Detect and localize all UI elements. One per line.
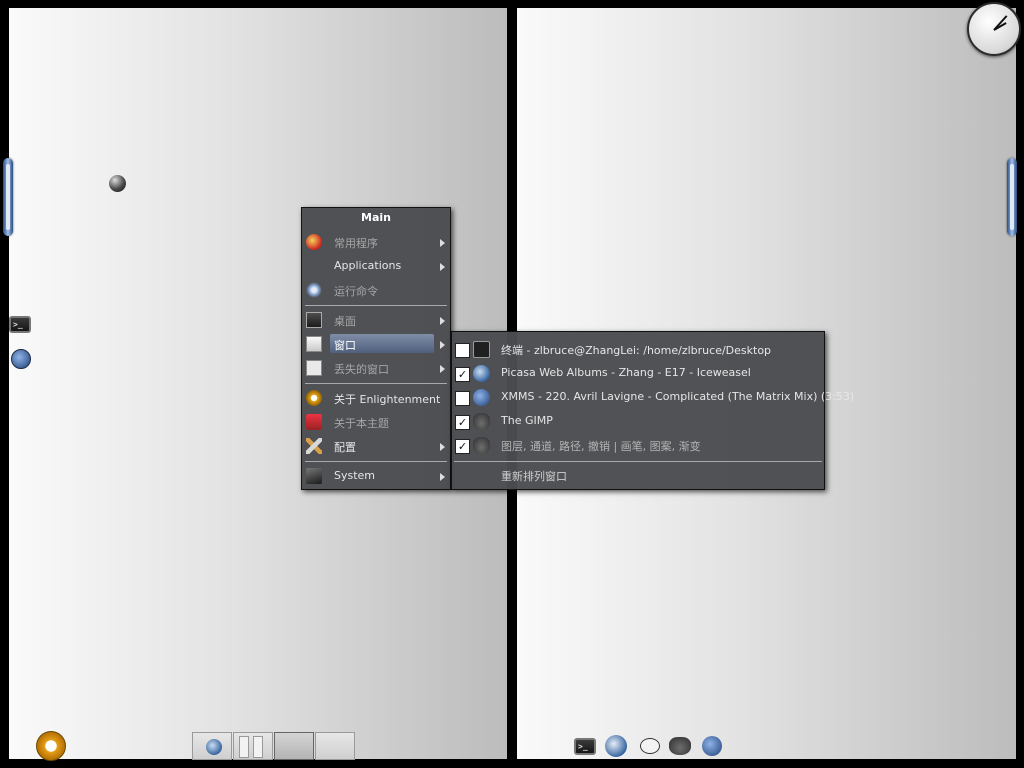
taskbar-terminal-icon[interactable]: >_ xyxy=(572,734,598,758)
main-menu: Main 常用程序 Applications 运行命令 桌面 窗口 丢失的窗口 … xyxy=(301,207,451,490)
window-list-item[interactable]: XMMS - 220. Avril Lavigne - Complicated … xyxy=(452,386,854,408)
window-checkbox[interactable]: ✓ xyxy=(455,367,470,382)
submenu-arrow-icon xyxy=(440,263,445,271)
monitor-icon xyxy=(306,312,322,328)
menu-item-about-theme[interactable]: 关于本主题 xyxy=(302,411,450,433)
submenu-arrow-icon xyxy=(440,341,445,349)
gimp-icon xyxy=(473,437,490,454)
desktop-terminal-icon[interactable]: >_ xyxy=(7,313,33,335)
menu-item-rearrange-windows[interactable]: 重新排列窗口 xyxy=(452,464,824,486)
menu-separator xyxy=(305,461,447,462)
taskbar-gimp-icon[interactable] xyxy=(668,734,692,758)
clock-gadget[interactable] xyxy=(967,2,1021,56)
edge-flip-left-handle[interactable] xyxy=(3,158,13,236)
pager-desk[interactable] xyxy=(233,732,273,760)
submenu-arrow-icon xyxy=(440,473,445,481)
theme-icon xyxy=(306,414,322,430)
pager xyxy=(192,732,356,760)
terminal-icon xyxy=(473,341,490,358)
window-list-item[interactable]: ✓ 图层, 通道, 路径, 撤销 | 画笔, 图案, 渐变 xyxy=(452,434,824,456)
menu-item-run-command[interactable]: 运行命令 xyxy=(302,279,450,301)
enlightenment-start-icon[interactable] xyxy=(36,731,66,761)
menu-item-lost-windows[interactable]: 丢失的窗口 xyxy=(302,357,450,379)
iceweasel-icon xyxy=(206,739,222,755)
submenu-arrow-icon xyxy=(440,443,445,451)
window-list-item[interactable]: 终端 - zlbruce@ZhangLei: /home/zlbruce/Des… xyxy=(452,338,824,360)
magnifier-icon xyxy=(306,360,322,376)
menu-separator xyxy=(305,305,447,306)
iceweasel-icon xyxy=(473,365,490,382)
windows-submenu: 终端 - zlbruce@ZhangLei: /home/zlbruce/Des… xyxy=(451,331,854,490)
tools-icon xyxy=(306,438,322,454)
run-command-icon xyxy=(306,282,322,298)
menu-item-system[interactable]: System xyxy=(302,465,450,487)
laptop-icon xyxy=(306,468,322,484)
pager-desk-active[interactable] xyxy=(274,732,314,760)
submenu-arrow-icon xyxy=(440,317,445,325)
pager-desk[interactable] xyxy=(192,732,232,760)
window-checkbox[interactable]: ✓ xyxy=(455,415,470,430)
ball-gadget[interactable] xyxy=(109,175,126,192)
window-icon xyxy=(306,336,322,352)
window-list-item[interactable]: ✓ The GIMP xyxy=(452,410,824,432)
window-thumbnail xyxy=(253,736,263,758)
xmms-icon xyxy=(473,389,490,406)
submenu-arrow-icon xyxy=(440,239,445,247)
submenu-arrow-icon xyxy=(440,365,445,373)
menu-separator xyxy=(305,383,447,384)
window-checkbox[interactable]: ✓ xyxy=(455,439,470,454)
edge-flip-right-handle[interactable] xyxy=(1007,158,1017,236)
window-checkbox[interactable] xyxy=(455,343,470,358)
window-thumbnail xyxy=(239,736,249,758)
menu-item-windows[interactable]: 窗口 xyxy=(302,333,450,355)
window-list-item[interactable]: ✓ Picasa Web Albums - Zhang - E17 - Icew… xyxy=(452,362,824,384)
menu-item-configuration[interactable]: 配置 xyxy=(302,435,450,457)
menu-item-desktop[interactable]: 桌面 xyxy=(302,309,450,331)
taskbar-xmms-icon[interactable] xyxy=(700,734,724,758)
menu-separator xyxy=(454,461,822,462)
menu-item-about-enlightenment[interactable]: 关于 Enlightenment xyxy=(302,387,450,409)
menu-item-favorites[interactable]: 常用程序 xyxy=(302,231,450,253)
taskbar-iceweasel-icon[interactable] xyxy=(604,734,628,758)
favorites-icon xyxy=(306,234,322,250)
window-checkbox[interactable] xyxy=(455,391,470,406)
main-menu-title: Main xyxy=(361,211,391,224)
taskbar-xchat-icon[interactable] xyxy=(638,734,662,758)
menu-item-applications[interactable]: Applications xyxy=(302,255,450,277)
enlightenment-icon xyxy=(306,390,322,406)
pager-desk[interactable] xyxy=(315,732,355,760)
desktop-xmms-icon[interactable] xyxy=(10,348,32,370)
gimp-icon xyxy=(473,413,490,430)
